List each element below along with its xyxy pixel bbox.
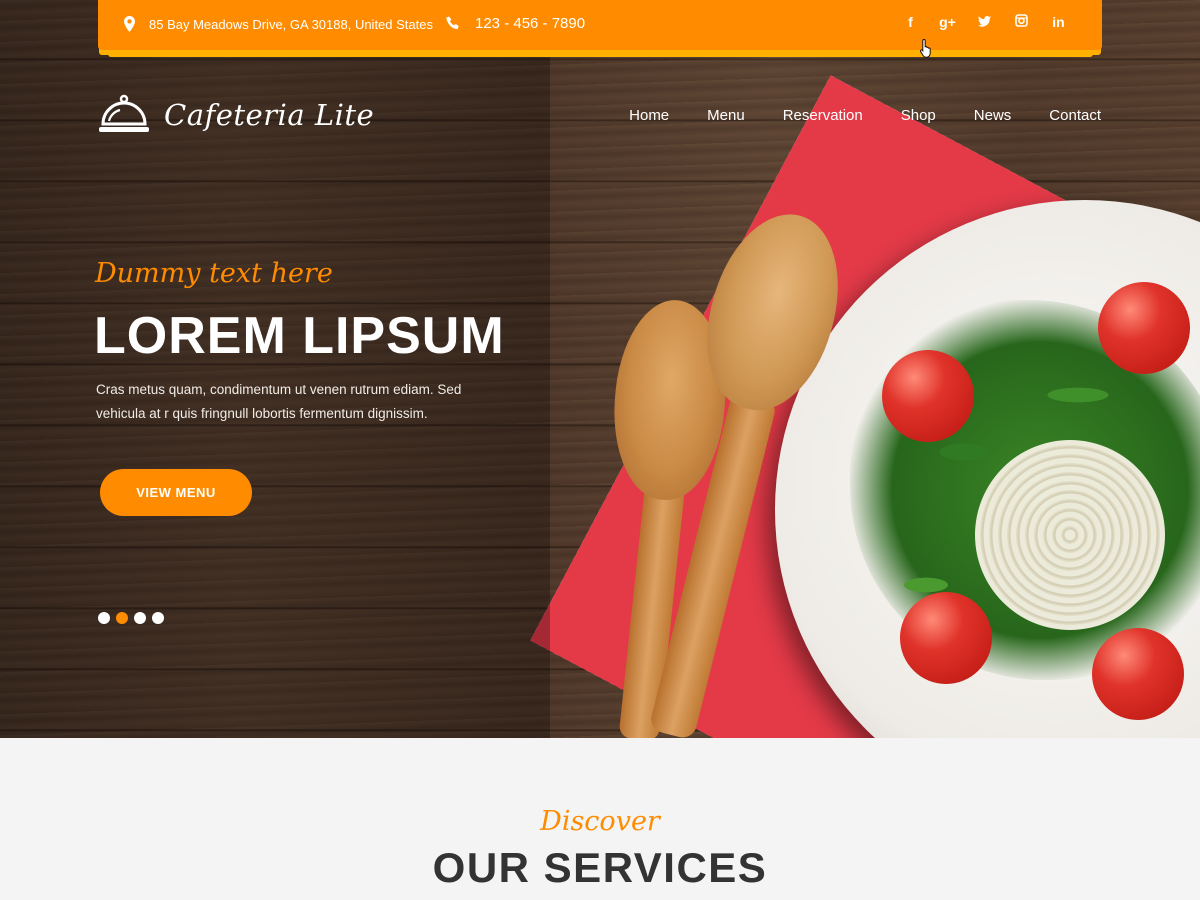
slider-pagination — [98, 612, 170, 624]
slider-dot-active[interactable] — [116, 612, 128, 624]
address-text: 85 Bay Meadows Drive, GA 30188, United S… — [149, 16, 433, 32]
tomato-image — [882, 350, 974, 442]
map-pin-icon — [124, 16, 135, 32]
slider-dot[interactable] — [134, 612, 146, 624]
nav-item-contact[interactable]: Contact — [1049, 107, 1101, 124]
tomato-image — [900, 592, 992, 684]
view-menu-button[interactable]: VIEW MENU — [100, 469, 252, 516]
phone-icon — [446, 16, 461, 31]
services-section: Discover OUR SERVICES — [0, 738, 1200, 900]
services-title: OUR SERVICES — [432, 844, 768, 891]
hero-title: LOREM LIPSUM — [94, 307, 505, 365]
top-info-bar: 85 Bay Meadows Drive, GA 30188, United S… — [98, 0, 1102, 50]
google-plus-icon[interactable]: g+ — [929, 14, 966, 30]
facebook-icon[interactable]: f — [892, 14, 929, 30]
tomato-image — [1098, 282, 1190, 374]
twitter-icon[interactable] — [966, 14, 1003, 30]
address-info: 85 Bay Meadows Drive, GA 30188, United S… — [124, 16, 433, 32]
nav-item-reservation[interactable]: Reservation — [783, 107, 863, 124]
nav-item-menu[interactable]: Menu — [707, 107, 745, 124]
slider-dot[interactable] — [152, 612, 164, 624]
topbar-accent-strip — [108, 50, 1093, 57]
slider-dot[interactable] — [98, 612, 110, 624]
tomato-image — [1092, 628, 1184, 720]
services-kicker: Discover — [540, 806, 660, 837]
pasta-image — [975, 440, 1165, 630]
instagram-icon[interactable] — [1003, 14, 1040, 30]
brand-logo[interactable]: Cafeteria Lite — [98, 94, 374, 136]
nav-item-home[interactable]: Home — [629, 107, 669, 124]
nav-item-shop[interactable]: Shop — [901, 107, 936, 124]
main-nav: Home Menu Reservation Shop News Contact — [591, 107, 1101, 124]
phone-text: 123 - 456 - 7890 — [475, 15, 586, 32]
mouse-pointer-icon — [920, 38, 931, 58]
linkedin-icon[interactable]: in — [1040, 14, 1077, 30]
service-bell-icon — [99, 94, 149, 132]
nav-item-news[interactable]: News — [974, 107, 1012, 124]
hero-kicker: Dummy text here — [95, 258, 333, 289]
hero-description: Cras metus quam, condimentum ut venen ru… — [96, 382, 462, 421]
brand-name: Cafeteria Lite — [164, 98, 375, 132]
social-links: f g+ in — [892, 14, 1077, 30]
phone-info[interactable]: 123 - 456 - 7890 — [446, 15, 585, 32]
